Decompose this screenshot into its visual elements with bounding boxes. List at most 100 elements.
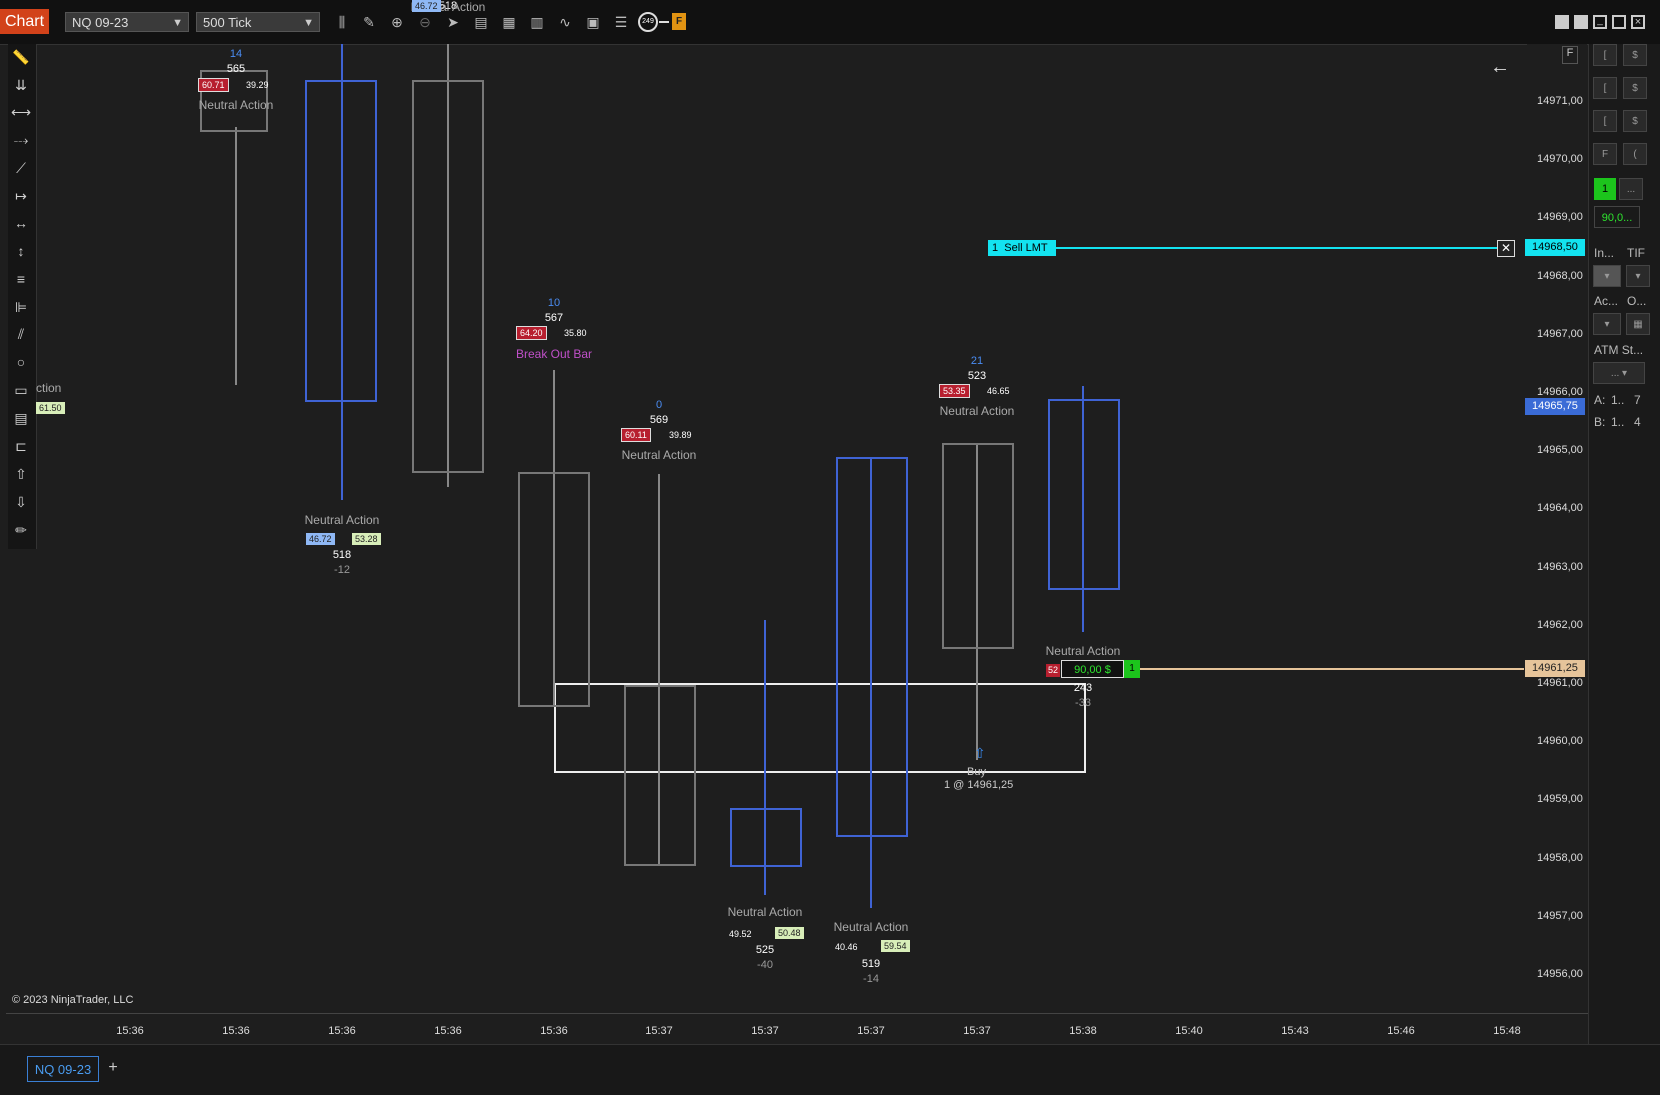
stay-drawing-icon[interactable]: ⇊ <box>10 74 32 96</box>
templates-icon[interactable]: ▦ <box>500 13 518 31</box>
footprint-bar[interactable] <box>942 443 1014 649</box>
footprint-bar[interactable] <box>518 472 590 707</box>
window-tile-icon[interactable] <box>1555 15 1569 29</box>
bar-volume: 569 <box>649 414 669 426</box>
pencil-icon[interactable]: ✎ <box>360 13 378 31</box>
pencil-icon[interactable]: ✏ <box>10 519 32 541</box>
partial-green-badge: 61.50 <box>36 402 65 414</box>
ellipse-icon[interactable]: ○ <box>10 351 32 373</box>
fibonacci-icon[interactable]: ⊫ <box>10 296 32 318</box>
panel-button[interactable]: [ <box>1593 77 1617 99</box>
flag-badge[interactable]: F <box>672 13 686 30</box>
footprint-bar[interactable] <box>836 457 908 837</box>
time-tick-label: 15:37 <box>751 1025 779 1037</box>
price-tick-label: 14960,00 <box>1537 735 1583 748</box>
time-tick-label: 15:37 <box>857 1025 885 1037</box>
panel-button[interactable]: $ <box>1623 110 1647 132</box>
panel-button[interactable]: [ <box>1593 44 1617 66</box>
bar-action-label: Neutral Action <box>939 404 1015 418</box>
bar-delta: -40 <box>757 959 773 971</box>
position-pnl[interactable]: 90,00 $ <box>1061 660 1124 678</box>
calculator-icon[interactable]: ▦ <box>1626 313 1650 335</box>
data-box-icon[interactable]: ▣ <box>584 13 602 31</box>
sell-order-tag[interactable]: 1 Sell LMT <box>988 240 1056 256</box>
horizontal-lines-icon[interactable]: ≡ <box>10 268 32 290</box>
bar-volume: 523 <box>967 370 987 382</box>
counter-badge[interactable]: 249 <box>638 12 658 32</box>
buy-arrow-icon: ⇧ <box>974 745 986 761</box>
footprint-bar[interactable] <box>730 808 802 867</box>
position-id: 52 <box>1046 664 1060 677</box>
footprint-bar[interactable] <box>305 80 377 402</box>
bar-delta: -33 <box>1075 697 1091 709</box>
time-tick-label: 15:36 <box>222 1025 250 1037</box>
instrument-dropdown[interactable]: ▾ <box>1593 265 1621 287</box>
list-icon[interactable]: ☰ <box>612 13 630 31</box>
maximize-icon[interactable] <box>1612 15 1626 29</box>
line-icon[interactable]: ⟷ <box>10 101 32 123</box>
arrow-left-icon[interactable]: ← <box>1490 56 1510 79</box>
region-highlight-icon[interactable]: ▤ <box>10 407 32 429</box>
candle-icon[interactable]: ⫼ <box>333 13 351 31</box>
price-tick-label: 14966,00 <box>1537 386 1583 398</box>
ray-icon[interactable]: ⤏ <box>10 129 32 151</box>
panel-button[interactable]: [ <box>1593 110 1617 132</box>
position-qty[interactable]: 1 <box>1124 660 1140 678</box>
atm-label: ATM St... <box>1594 343 1644 357</box>
time-tick-label: 15:36 <box>328 1025 356 1037</box>
arrow-line-icon[interactable]: ↔ <box>10 212 32 234</box>
time-tick-label: 15:37 <box>645 1025 673 1037</box>
tab-instrument[interactable]: NQ 09-23 <box>27 1056 99 1082</box>
indicators-icon[interactable]: ∿ <box>556 13 574 31</box>
footprint-bar[interactable] <box>1048 399 1120 590</box>
bar-volume: 567 <box>544 312 564 324</box>
minimize-icon[interactable]: _ <box>1593 15 1607 29</box>
account-label: Ac... <box>1594 294 1619 308</box>
zoom-in-icon[interactable]: ⊕ <box>388 13 406 31</box>
ruler-horizontal-icon[interactable]: ⊏ <box>10 435 32 457</box>
price-tick-label: 14959,00 <box>1537 793 1583 806</box>
ruler-icon[interactable]: 📏 <box>10 46 32 68</box>
panel-button[interactable]: $ <box>1623 77 1647 99</box>
atm-dropdown[interactable]: ... ▾ <box>1593 362 1645 384</box>
rectangle-icon[interactable]: ▭ <box>10 379 32 401</box>
zoom-out-icon[interactable]: ⊖ <box>416 13 434 31</box>
strategies-icon[interactable]: ▥ <box>528 13 546 31</box>
more-button[interactable]: ... <box>1619 178 1643 200</box>
parallel-channel-icon[interactable]: ⫽ <box>10 323 32 345</box>
tif-dropdown[interactable]: ▾ <box>1626 265 1650 287</box>
position-price-marker: 14961,25 <box>1525 660 1585 677</box>
bar-action-label: Neutral Action <box>410 0 486 14</box>
instrument-value: NQ 09-23 <box>72 15 129 30</box>
cancel-order-icon[interactable]: ✕ <box>1497 240 1515 257</box>
price-axis[interactable] <box>1527 44 1587 1013</box>
panel-button[interactable]: $ <box>1623 44 1647 66</box>
window-tile-icon[interactable] <box>1574 15 1588 29</box>
cursor-icon[interactable]: ➤ <box>444 13 462 31</box>
extended-line-icon[interactable]: ↦ <box>10 185 32 207</box>
price-tick-label: 14964,00 <box>1537 502 1583 515</box>
price-field[interactable]: 90,0... <box>1594 206 1640 228</box>
trend-line-icon[interactable]: ⟋ <box>10 157 32 179</box>
scale-f-button[interactable]: F <box>1562 46 1578 64</box>
instrument-label: In... <box>1594 246 1615 260</box>
arrow-up-icon[interactable]: ⇧ <box>10 463 32 485</box>
add-tab-button[interactable]: + <box>104 1058 122 1078</box>
account-dropdown[interactable]: ▾ <box>1593 313 1621 335</box>
instrument-selector[interactable]: NQ 09-23 ▼ <box>65 12 189 32</box>
footprint-bar[interactable] <box>624 685 696 866</box>
ask-value-2: 7 <box>1634 393 1641 407</box>
panel-button[interactable]: F <box>1593 143 1617 165</box>
bar-action-label: Break Out Bar <box>515 347 593 361</box>
panel-button[interactable]: ( <box>1623 143 1647 165</box>
buy-ratio-badge: 50.48 <box>775 927 804 939</box>
sell-order-line[interactable] <box>1055 247 1505 249</box>
properties-icon[interactable]: ▤ <box>472 13 490 31</box>
close-icon[interactable]: × <box>1631 15 1645 29</box>
vertical-line-icon[interactable]: ↕ <box>10 240 32 262</box>
footprint-bar[interactable] <box>412 80 484 473</box>
bar-type-selector[interactable]: 500 Tick ▼ <box>196 12 320 32</box>
arrow-down-icon[interactable]: ⇩ <box>10 491 32 513</box>
qty-button[interactable]: 1 <box>1594 178 1616 200</box>
time-tick-label: 15:37 <box>963 1025 991 1037</box>
